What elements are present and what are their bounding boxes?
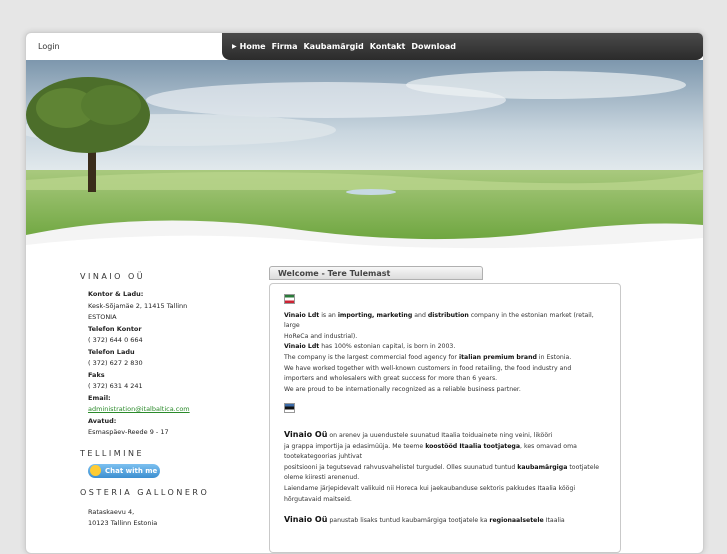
- et-text: Itaalia: [543, 517, 565, 525]
- phone-warehouse: ( 372) 627 2 830: [88, 359, 143, 367]
- en-text: Vinaio Ldt: [284, 311, 320, 319]
- welcome-tab: Welcome - Tere Tulemast: [269, 266, 483, 280]
- nav-download[interactable]: Download: [411, 42, 456, 51]
- office-label: Kontor & Ladu:: [88, 290, 144, 298]
- en-text: We are proud to be internationally recog…: [284, 385, 521, 393]
- office-country: ESTONIA: [88, 313, 117, 321]
- en-text: importing, marketing: [337, 311, 413, 319]
- page-frame: Login ▶ Home Firma Kaubamärgid Kontakt D…: [25, 32, 704, 554]
- en-text: Vinaio Ldt: [284, 343, 320, 351]
- landscape-image: [26, 60, 703, 260]
- en-text: in Estonia.: [536, 353, 572, 361]
- office-address: Kesk-Sõjamäe 2, 11415 Tallinn: [88, 301, 188, 310]
- et-text: Laiendame järjepidevalt valikuid nii Hor…: [284, 484, 576, 492]
- nav-kaubamargid[interactable]: Kaubamärgid: [303, 42, 363, 51]
- en-text: is an: [319, 311, 338, 319]
- chat-icon: [90, 465, 101, 476]
- nav-arrow-icon: ▶: [232, 43, 237, 50]
- et-text: koostööd Itaalia tootjatega: [425, 442, 521, 450]
- opening-hours: Esmaspäev-Reede 9 - 17: [88, 428, 169, 436]
- italian-flag-icon: [284, 294, 295, 304]
- phone-warehouse-label: Telefon Ladu: [88, 347, 135, 356]
- et-text: tootjatele: [567, 463, 600, 471]
- et-text: Vinaio Oü: [284, 429, 328, 439]
- et-text: panustab lisaks tuntud kaubamärgiga toot…: [327, 517, 490, 525]
- osteria-street: Rataskaevu 4,: [88, 507, 135, 516]
- et-text: ja grappa importija ja edasimüüja. Me te…: [284, 442, 426, 450]
- osteria-title: OSTERIA GALLONERO: [80, 487, 210, 497]
- et-text: Vinaio Oü: [284, 515, 328, 525]
- et-text: positsiooni ja tegutsevad rahvusvahelist…: [284, 463, 518, 471]
- et-text: kaubamärgiga: [517, 463, 568, 471]
- en-text: distribution: [427, 311, 469, 319]
- sidebar: VINAIO OÜ Kontor & Ladu: Kesk-Sõjamäe 2,…: [26, 260, 226, 530]
- order-title: TELLIMINE: [80, 448, 145, 458]
- en-text: and: [412, 311, 428, 319]
- nav-kontakt[interactable]: Kontakt: [370, 42, 406, 51]
- et-text: tootekategoorias juhtivat: [284, 453, 363, 461]
- company-info: Kontor & Ladu: Kesk-Sõjamäe 2, 11415 Tal…: [88, 289, 226, 439]
- phone-office: ( 372) 644 0 664: [88, 336, 143, 344]
- email-label: Email:: [88, 393, 111, 402]
- fax-number: ( 372) 631 4 241: [88, 382, 143, 390]
- et-text: regionaalsetele: [489, 517, 544, 525]
- main-content: Vinaio Ldt is an importing, marketing an…: [269, 283, 621, 553]
- chat-label: Chat with me: [105, 466, 158, 475]
- fax-label: Faks: [88, 370, 105, 379]
- hero-banner: [26, 60, 703, 260]
- osteria-info: Rataskaevu 4, 10123 Tallinn Estonia: [88, 507, 226, 530]
- phone-office-label: Telefon Kontor: [88, 324, 142, 333]
- email-link[interactable]: administration@italbaltica.com: [88, 405, 190, 413]
- et-text: on arenev ja uuendustele suunatud Itaali…: [327, 431, 553, 439]
- en-text: We have worked together with well-known …: [284, 364, 572, 372]
- et-text: oleme kiiresti arenenud.: [284, 474, 360, 482]
- en-text: italian premium brand: [458, 353, 537, 361]
- nav-firma[interactable]: Firma: [272, 42, 298, 51]
- en-text: importers and wholesalers with great suc…: [284, 375, 498, 383]
- en-text: The company is the largest commercial fo…: [284, 353, 459, 361]
- osteria-city: 10123 Tallinn Estonia: [88, 519, 158, 527]
- chat-button[interactable]: Chat with me: [88, 463, 160, 478]
- et-text: hõrgutavaid maitseid.: [284, 495, 352, 503]
- nav-home[interactable]: Home: [240, 42, 266, 51]
- estonian-flag-icon: [284, 403, 295, 414]
- en-text: has 100% estonian capital, is born in 20…: [319, 343, 456, 351]
- vinaio-title: VINAIO OÜ: [80, 272, 146, 281]
- hours-label: Avatud:: [88, 416, 117, 425]
- et-text: , kes omavad oma: [520, 442, 577, 450]
- top-nav: ▶ Home Firma Kaubamärgid Kontakt Downloa…: [222, 33, 703, 60]
- login-link[interactable]: Login: [38, 42, 60, 51]
- en-text: HoReCa and industrial).: [284, 332, 358, 340]
